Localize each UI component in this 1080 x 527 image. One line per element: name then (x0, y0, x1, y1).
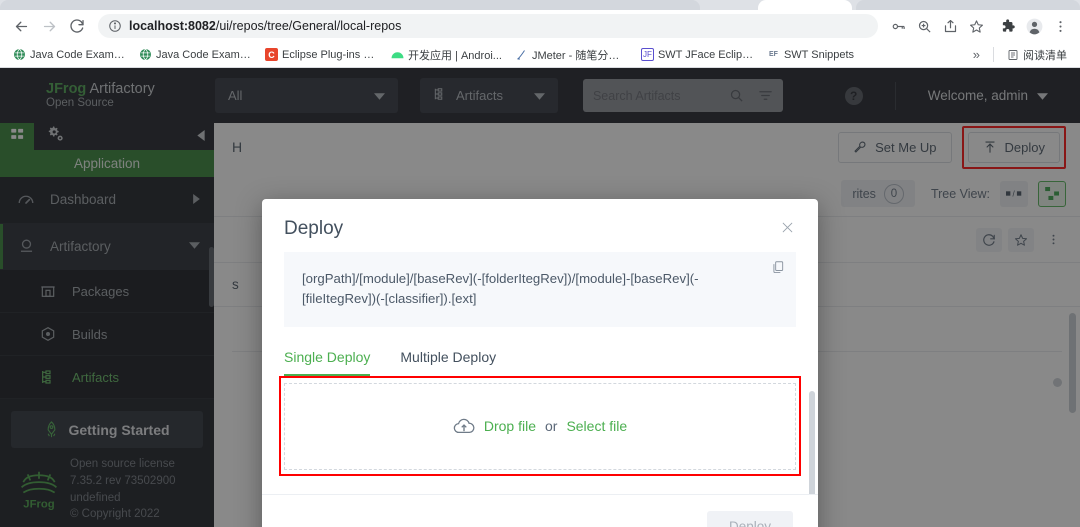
select-file-link[interactable]: Select file (566, 418, 627, 434)
jmeter-icon (515, 48, 528, 61)
file-dropzone[interactable]: Drop file or Select file (284, 382, 796, 470)
dropzone-wrapper: Drop file or Select file (279, 375, 801, 476)
bookmark-item[interactable]: EF SWT Snippets (762, 46, 859, 63)
bookmark-item[interactable]: JF SWT JFace Eclipse... (636, 46, 759, 63)
modal-header: Deploy (262, 199, 818, 243)
back-button[interactable] (8, 13, 34, 39)
artifactory-app: JFrog Artifactory Open Source All Artifa… (0, 68, 1080, 527)
modal-title: Deploy (284, 218, 344, 239)
bookmark-label: SWT JFace Eclipse... (657, 48, 754, 61)
cloud-upload-icon (453, 418, 475, 435)
dropzone-or-label: or (544, 418, 558, 435)
bookmark-label: Java Code Exampl... (156, 48, 252, 61)
reading-list-button[interactable]: 阅读清单 (1001, 45, 1072, 65)
browser-toolbar: localhost:8082/ui/repos/tree/General/loc… (0, 10, 1080, 42)
bookmark-item[interactable]: C Eclipse Plug-ins R... (260, 46, 383, 63)
bookmark-item[interactable]: JMeter - 随笔分类... (510, 45, 633, 65)
reload-button[interactable] (64, 13, 90, 39)
bookmark-item[interactable]: Java Code Exampl... (8, 46, 131, 63)
close-icon[interactable] (771, 218, 796, 243)
bookmark-label: SWT Snippets (783, 48, 855, 61)
modal-tabs: Single Deploy Multiple Deploy (284, 349, 796, 377)
bookmarks-divider (993, 47, 994, 62)
bookmark-label: Eclipse Plug-ins R... (282, 48, 378, 61)
address-bar[interactable]: localhost:8082/ui/repos/tree/General/loc… (98, 14, 878, 38)
bookmark-label: Java Code Exampl... (30, 48, 126, 61)
site-info-icon[interactable] (108, 19, 122, 33)
tab-single-deploy[interactable]: Single Deploy (284, 349, 371, 377)
browser-tab-strip[interactable] (0, 0, 1080, 10)
reading-list-icon (1006, 48, 1019, 61)
copy-icon[interactable] (771, 260, 785, 280)
address-bar-host: localhost:8082 (129, 19, 216, 33)
bookmark-item[interactable]: 开发应用 | Androi... (386, 45, 507, 65)
path-pattern-text: [orgPath]/[module]/[baseRev](-[folderIte… (302, 271, 699, 307)
share-icon[interactable] (938, 14, 962, 38)
forward-button[interactable] (36, 13, 62, 39)
address-bar-path: /ui/repos/tree/General/local-repos (215, 19, 402, 33)
browser-menu-icon[interactable] (1048, 14, 1072, 38)
browser-tab-inactive-left[interactable] (0, 0, 700, 10)
zoom-icon[interactable] (912, 14, 936, 38)
bookmark-label: 开发应用 | Androi... (408, 49, 502, 62)
bookmark-label: JMeter - 随笔分类... (531, 49, 628, 62)
swt-icon: EF (768, 51, 778, 58)
key-icon[interactable] (886, 14, 910, 38)
tab-multiple-deploy[interactable]: Multiple Deploy (400, 349, 496, 377)
profile-icon[interactable] (1022, 14, 1046, 38)
drop-file-label: Drop file (483, 418, 536, 435)
letter-c-icon: C (265, 48, 278, 61)
browser-tab-active[interactable] (758, 0, 852, 10)
bookmark-item[interactable]: Java Code Exampl... (134, 46, 257, 63)
star-icon[interactable] (964, 14, 988, 38)
extensions-icon[interactable] (996, 14, 1020, 38)
address-bar-url: localhost:8082/ui/repos/tree/General/loc… (129, 19, 401, 33)
reading-list-label: 阅读清单 (1023, 49, 1067, 62)
modal-deploy-button[interactable]: Deploy (706, 510, 793, 527)
globe-icon (13, 48, 26, 61)
path-pattern-box: [orgPath]/[module]/[baseRev](-[folderIte… (284, 252, 796, 327)
bookmarks-overflow-button[interactable]: » (967, 47, 986, 62)
eclipse-icon: JF (640, 48, 654, 61)
modal-footer: Deploy (262, 494, 818, 527)
android-icon (391, 48, 404, 61)
modal-scrollbar[interactable] (809, 391, 815, 494)
modal-scroll-area: [orgPath]/[module]/[baseRev](-[folderIte… (262, 243, 818, 494)
bookmarks-bar: Java Code Exampl... Java Code Exampl... … (0, 42, 1080, 68)
globe-icon (139, 48, 152, 61)
browser-tab-inactive-right[interactable] (856, 0, 1080, 10)
deploy-modal: Deploy [orgPath]/[module]/[baseRev](-[fo… (262, 199, 818, 527)
